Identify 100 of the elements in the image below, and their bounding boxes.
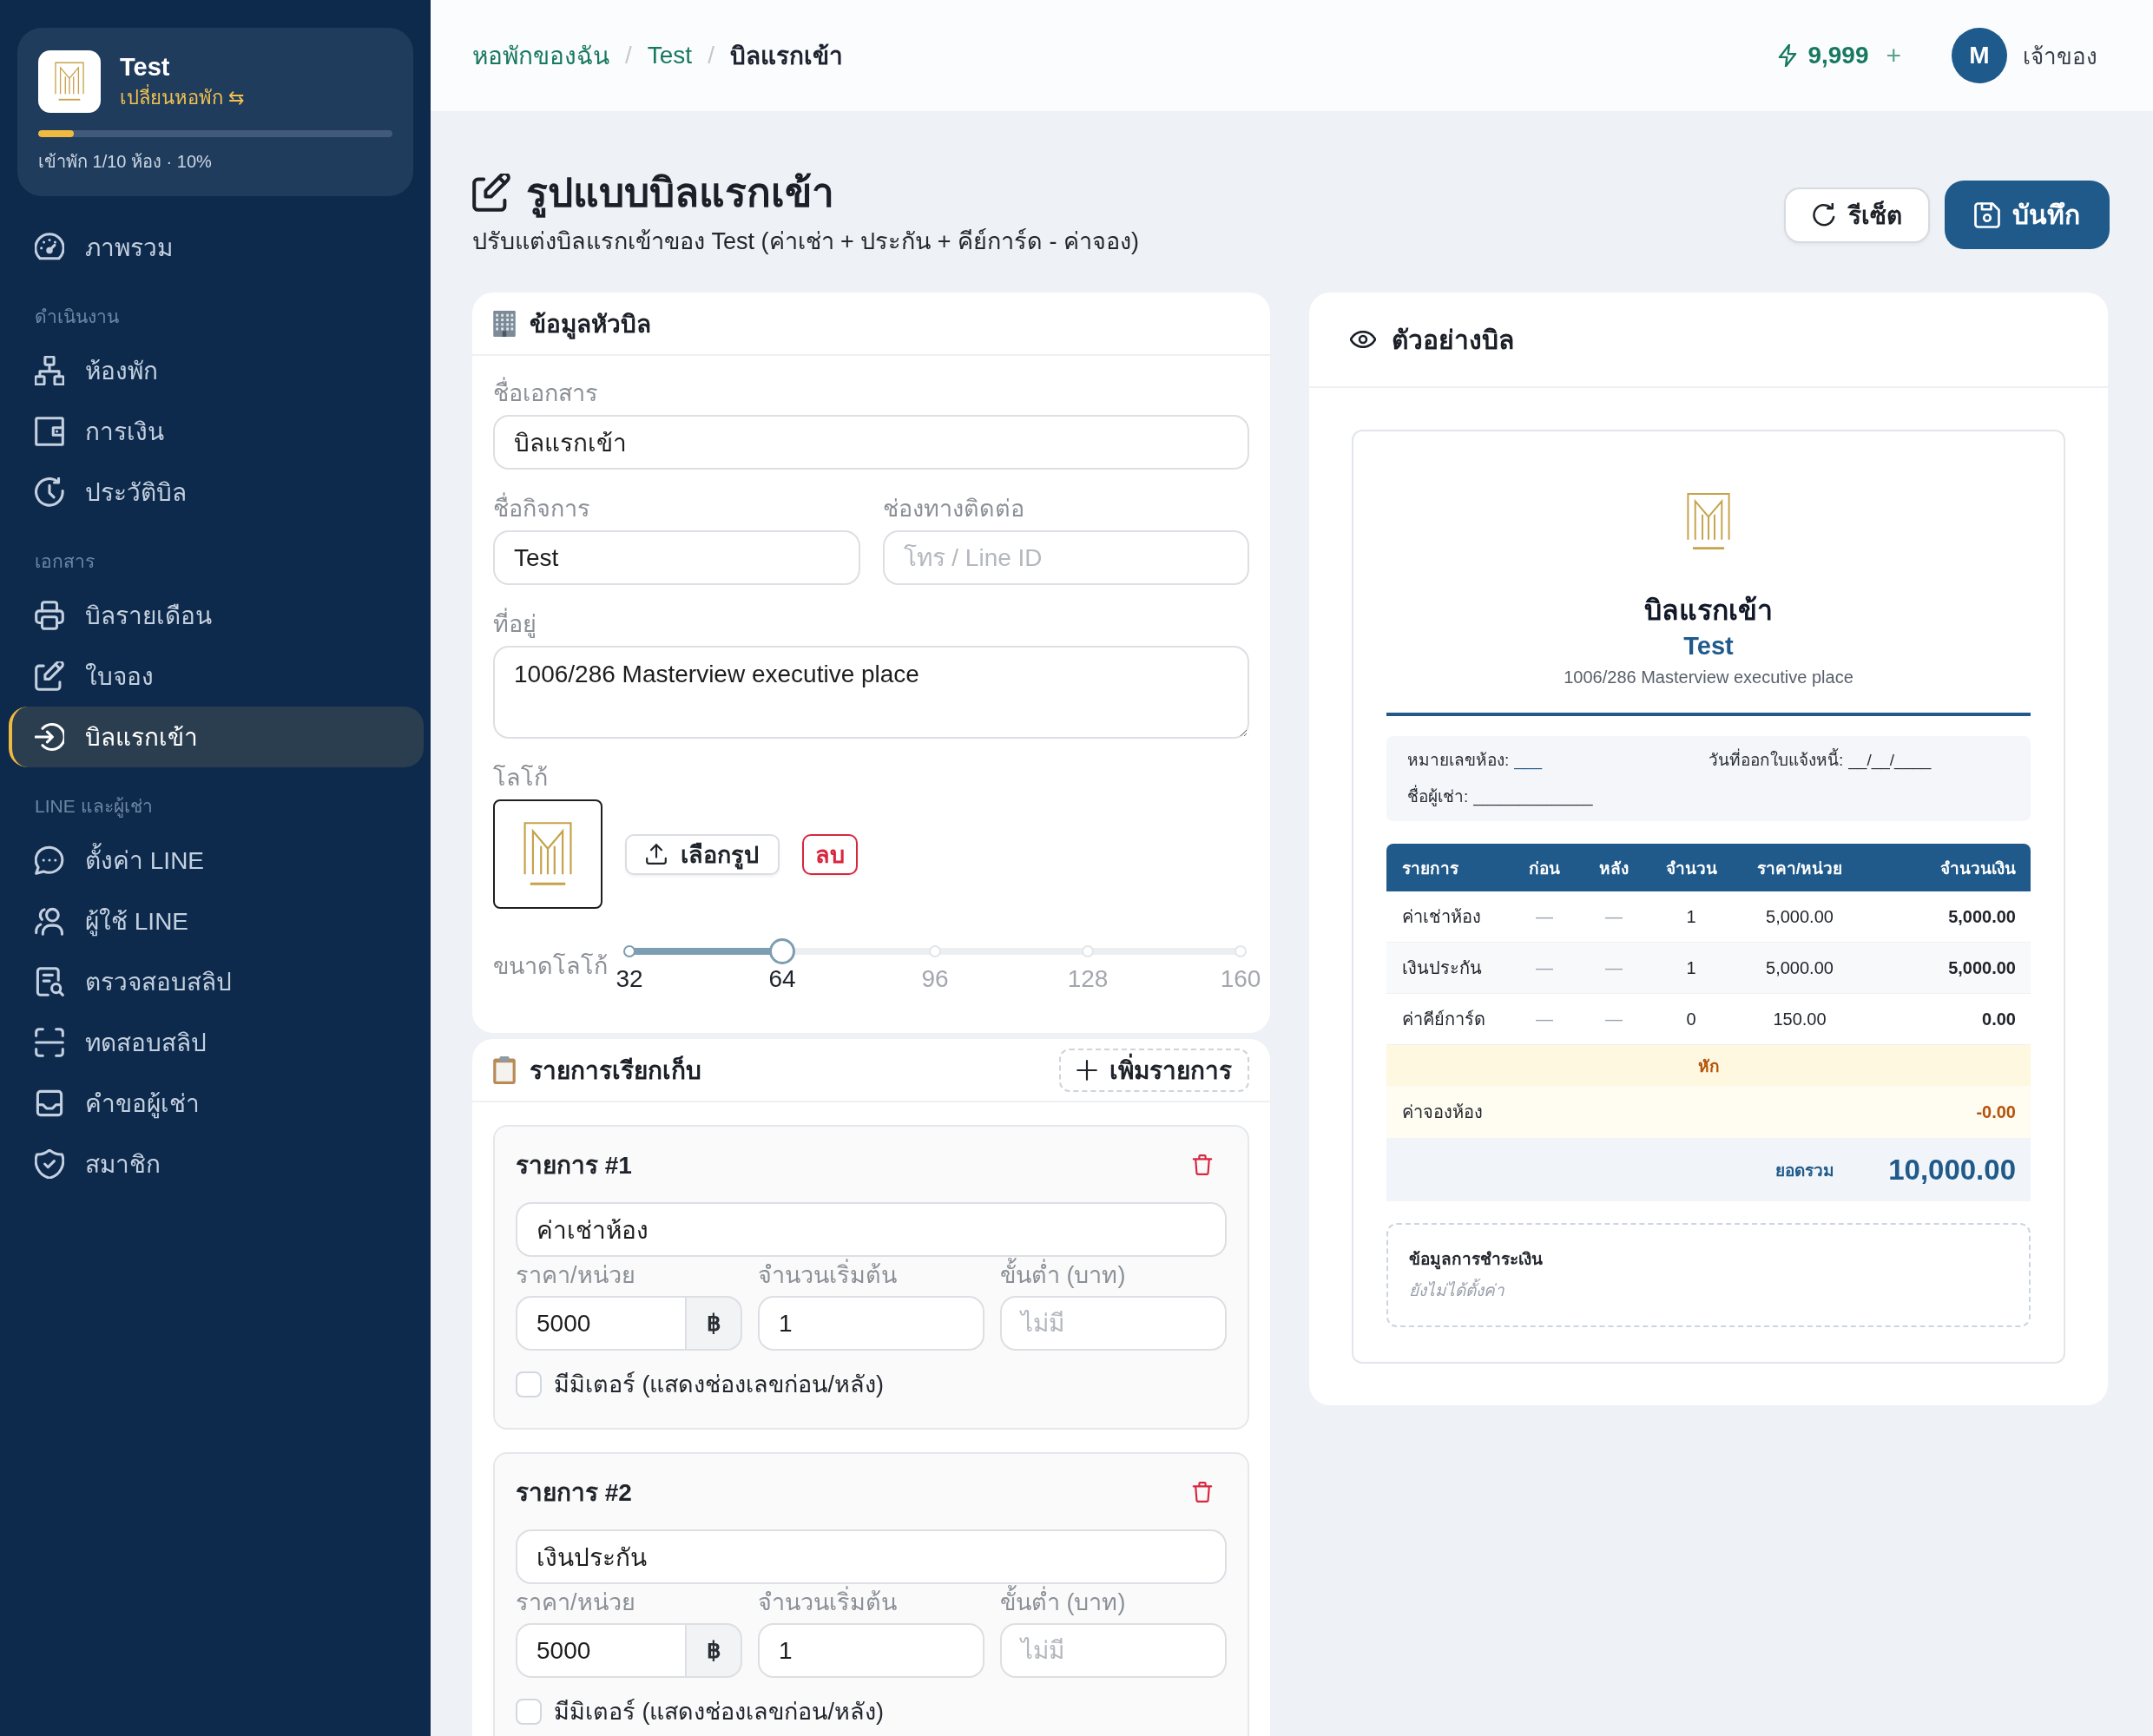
- nav-item[interactable]: ประวัติบิล: [9, 462, 424, 523]
- text-input[interactable]: บิลแรกเข้า: [493, 415, 1249, 470]
- slider-stop-icon: [1235, 945, 1247, 957]
- logo-image: [38, 50, 101, 113]
- clock-icon: [35, 477, 64, 507]
- page-subtitle: ปรับแต่งบิลแรกเข้าของ Test (ค่าเช่า + ประกัน + คีย์การ์ด - ค่าจอง): [472, 227, 1140, 256]
- breadcrumb-separator: /: [625, 42, 632, 69]
- nav-item[interactable]: คำขอผู้เช่า: [9, 1073, 424, 1134]
- table-cell-text: 150.00: [1772, 1009, 1827, 1029]
- table-cell-text: 1: [1685, 957, 1697, 978]
- bill-title: บิลแรกเข้า: [1644, 594, 1773, 628]
- text-input[interactable]: โทร / Line ID: [882, 530, 1249, 585]
- nav-item[interactable]: ผู้ใช้ LINE: [9, 891, 424, 951]
- reset-button[interactable]: รีเซ็ต: [1784, 187, 1930, 243]
- clipboard-icon: [493, 1055, 516, 1084]
- field-label: จำนวนเริ่มต้น: [758, 1260, 897, 1290]
- section-label: LINE และผู้เช่า: [35, 795, 153, 819]
- nav-item[interactable]: ตรวจสอบสลิป: [9, 951, 424, 1012]
- user-avatar[interactable]: M: [1952, 28, 2007, 83]
- price-input[interactable]: 5000: [516, 1296, 687, 1351]
- table-cell-text: —: [1535, 957, 1554, 978]
- nav-item[interactable]: บิลรายเดือน: [9, 585, 424, 646]
- column-header: ก่อน: [1528, 858, 1561, 879]
- eye-icon: [1350, 331, 1376, 348]
- field-label: ชื่อกิจการ: [493, 493, 590, 524]
- item-title: รายการ #1: [516, 1151, 632, 1180]
- table-cell-text: 5,000.00: [1765, 957, 1834, 978]
- tick-label: 160: [1220, 964, 1261, 994]
- nav-item[interactable]: ตั้งค่า LINE: [9, 830, 424, 891]
- add-item-button[interactable]: เพิ่มรายการ: [1059, 1048, 1249, 1092]
- scan-icon: [35, 1028, 64, 1057]
- occupancy-text: เข้าพัก 1/10 ห้อง · 10%: [38, 151, 212, 173]
- trash-icon[interactable]: [1192, 1481, 1213, 1503]
- remove-button[interactable]: ลบ: [802, 833, 858, 875]
- payment-title: ข้อมูลการชำระเงิน: [1409, 1249, 1543, 1272]
- number-input[interactable]: 1: [758, 1296, 984, 1351]
- login-icon: [35, 722, 64, 752]
- nav-item[interactable]: สมาชิก: [9, 1134, 424, 1194]
- checkbox[interactable]: [516, 1699, 542, 1725]
- text-input[interactable]: เงินประกัน: [516, 1529, 1227, 1584]
- deduction-amount: -0.00: [1976, 1101, 2016, 1122]
- table-cell-text: 5,000.00: [1947, 957, 2017, 978]
- field-label: ที่อยู่: [493, 608, 537, 640]
- sitemap-icon: [35, 356, 64, 385]
- column-header: จำนวน: [1664, 858, 1718, 879]
- nav-item[interactable]: ทดสอบสลิป: [9, 1012, 424, 1073]
- table-cell-text: 0: [1685, 1009, 1697, 1029]
- currency-addon: ฿: [687, 1296, 742, 1351]
- table-cell-text: —: [1604, 1009, 1623, 1029]
- address-text: 1006/286 Masterview executive place: [1564, 667, 1853, 688]
- document-search-icon: [35, 967, 64, 996]
- save-button[interactable]: บันทึก: [1945, 181, 2110, 249]
- card-title: ตัวอย่างบิล: [1392, 324, 1514, 356]
- currency-addon: ฿: [687, 1623, 742, 1678]
- table-cell-text: 5,000.00: [1765, 906, 1834, 927]
- breadcrumb-link[interactable]: หอพักของฉัน: [472, 36, 609, 75]
- column-header: ราคา/หน่วย: [1755, 858, 1844, 879]
- column-header: จำนวนเงิน: [1939, 858, 2017, 879]
- blank-value: __/__/____: [1848, 751, 1932, 769]
- field-label: หมายเลขห้อง:: [1407, 751, 1510, 769]
- table-cell-text: 5,000.00: [1947, 906, 2017, 927]
- gauge-icon: [35, 233, 64, 262]
- trash-icon[interactable]: [1192, 1154, 1213, 1176]
- checkbox[interactable]: [516, 1371, 542, 1397]
- text-input[interactable]: ค่าเช่าห้อง: [516, 1202, 1227, 1257]
- table-cell-text: ค่าเช่าห้อง: [1401, 906, 1482, 928]
- column-header: รายการ: [1401, 858, 1459, 879]
- wallet-icon: [35, 417, 64, 446]
- checkbox-label: มีมิเตอร์ (แสดงช่องเลขก่อน/หลัง): [554, 1698, 884, 1726]
- field-label: ราคา/หน่วย: [516, 1588, 635, 1617]
- upload-icon: [646, 844, 667, 865]
- text-input[interactable]: Test: [493, 530, 860, 585]
- field-label: โลโก้: [493, 764, 548, 792]
- refresh-icon: [1812, 202, 1836, 227]
- slider-thumb[interactable]: [769, 938, 795, 964]
- nav-item[interactable]: ใบจอง: [9, 646, 424, 707]
- textarea-input[interactable]: 1006/286 Masterview executive place: [493, 646, 1249, 739]
- nav-item[interactable]: ภาพรวม: [9, 217, 424, 278]
- blank-value: ___: [1514, 751, 1542, 769]
- nav-item[interactable]: บิลแรกเข้า: [9, 707, 424, 767]
- price-input[interactable]: 5000: [516, 1623, 687, 1678]
- edit-icon: [472, 174, 510, 212]
- card-title: รายการเรียกเก็บ: [530, 1055, 701, 1086]
- tick-label: 96: [921, 964, 949, 994]
- tick-label: 64: [768, 964, 796, 994]
- number-input[interactable]: 1: [758, 1623, 984, 1678]
- table-cell-text: เงินประกัน: [1401, 957, 1483, 979]
- table-cell-text: ค่าจองห้อง: [1402, 1101, 1483, 1123]
- choose-image-button[interactable]: เลือกรูป: [625, 833, 780, 875]
- table-cell-text: —: [1604, 957, 1623, 978]
- breadcrumb-link[interactable]: Test: [647, 42, 693, 69]
- switch-property-link[interactable]: เปลี่ยนหอพัก ⇆: [120, 85, 245, 111]
- inbox-icon: [35, 1088, 64, 1118]
- total-label: ยอดรวม: [1775, 1160, 1835, 1181]
- edit-icon: [35, 661, 64, 691]
- nav-item[interactable]: ห้องพัก: [9, 340, 424, 401]
- tick-label: 32: [616, 964, 643, 994]
- nav-item[interactable]: การเงิน: [9, 401, 424, 462]
- blank-value: _____________: [1473, 787, 1593, 806]
- section-label: ดำเนินงาน: [35, 306, 119, 328]
